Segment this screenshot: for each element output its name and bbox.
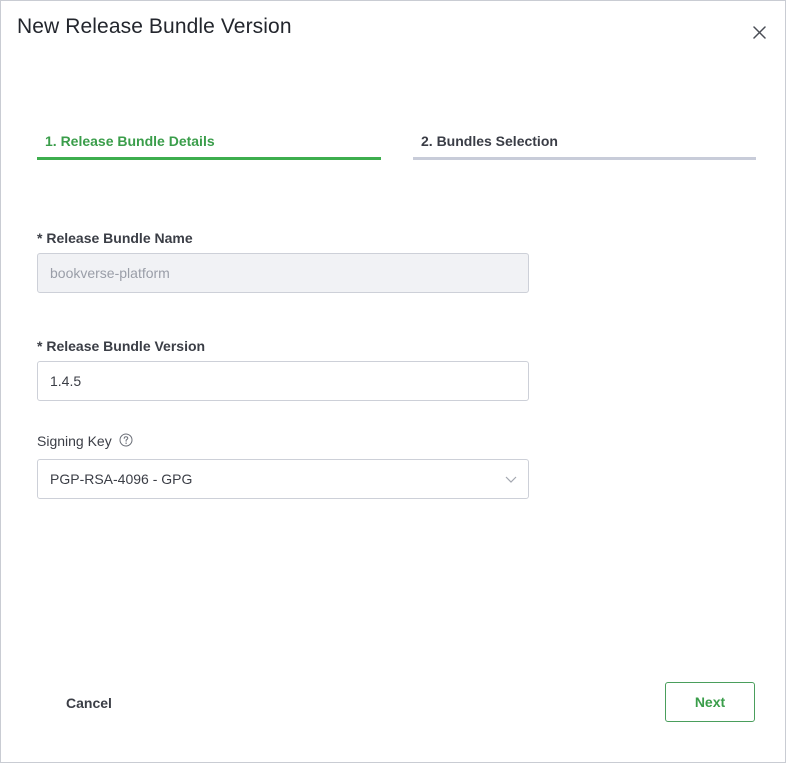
signing-key-selected-value: PGP-RSA-4096 - GPG	[50, 471, 193, 487]
release-bundle-name-value: bookverse-platform	[50, 265, 170, 281]
step-progress-bar	[413, 157, 756, 160]
step-label: 2. Bundles Selection	[421, 133, 558, 149]
release-bundle-version-label: * Release Bundle Version	[37, 338, 206, 354]
chevron-down-icon	[505, 476, 517, 483]
close-icon	[753, 26, 766, 39]
release-bundle-name-field: bookverse-platform	[37, 253, 529, 293]
release-bundle-version-field[interactable]: 1.4.5	[37, 361, 529, 401]
step-label: 1. Release Bundle Details	[45, 133, 215, 149]
next-button[interactable]: Next	[665, 682, 755, 722]
cancel-button[interactable]: Cancel	[53, 683, 125, 723]
close-button[interactable]	[748, 21, 770, 43]
step-bundles-selection[interactable]: 2. Bundles Selection	[413, 132, 756, 161]
signing-key-select[interactable]: PGP-RSA-4096 - GPG	[37, 459, 529, 499]
signing-key-label: Signing Key	[37, 433, 112, 449]
release-bundle-version-value: 1.4.5	[50, 373, 82, 389]
release-bundle-dialog: New Release Bundle Version 1. Release Bu…	[0, 0, 786, 763]
stepper: 1. Release Bundle Details 2. Bundles Sel…	[37, 132, 756, 162]
dialog-title: New Release Bundle Version	[17, 15, 292, 38]
help-circle-icon[interactable]	[119, 433, 133, 447]
step-release-bundle-details[interactable]: 1. Release Bundle Details	[37, 132, 381, 161]
step-progress-bar	[37, 157, 381, 160]
release-bundle-name-label: * Release Bundle Name	[37, 230, 193, 246]
